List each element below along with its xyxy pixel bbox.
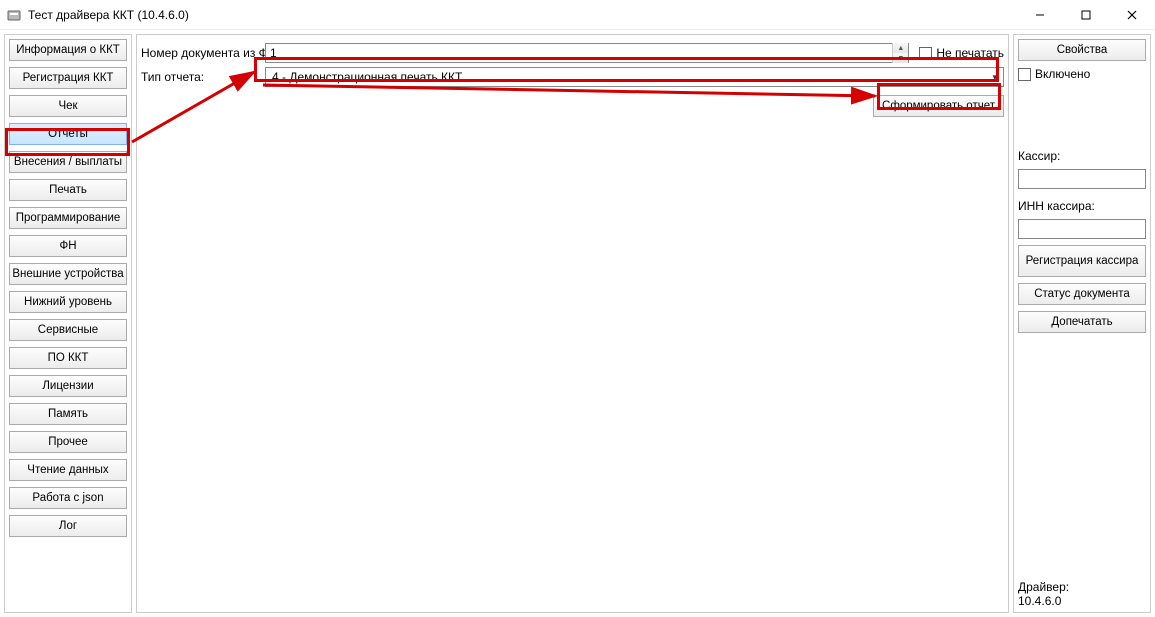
- nav-reports[interactable]: Отчеты: [9, 123, 127, 145]
- maximize-button[interactable]: [1063, 0, 1109, 30]
- doc-num-input[interactable]: 1 ▲ ▼: [265, 43, 909, 63]
- nav-log[interactable]: Лог: [9, 515, 127, 537]
- enabled-label: Включено: [1035, 67, 1090, 81]
- nav-print[interactable]: Печать: [9, 179, 127, 201]
- no-print-checkbox[interactable]: Не печатать: [919, 46, 1004, 60]
- nav-service[interactable]: Сервисные: [9, 319, 127, 341]
- nav-reg-kkt[interactable]: Регистрация ККТ: [9, 67, 127, 89]
- doc-num-label: Номер документа из ФН:: [141, 46, 261, 60]
- report-type-label: Тип отчета:: [141, 70, 261, 84]
- generate-report-button[interactable]: Сформировать отчет: [873, 95, 1004, 117]
- minimize-button[interactable]: [1017, 0, 1063, 30]
- driver-version: 10.4.6.0: [1018, 594, 1146, 608]
- cashier-inn-label: ИНН кассира:: [1018, 199, 1146, 213]
- nav-check[interactable]: Чек: [9, 95, 127, 117]
- chevron-down-icon: ▼: [987, 68, 1003, 86]
- nav-lower-level[interactable]: Нижний уровень: [9, 291, 127, 313]
- nav-external-devices[interactable]: Внешние устройства: [9, 263, 127, 285]
- doc-status-button[interactable]: Статус документа: [1018, 283, 1146, 305]
- register-cashier-button[interactable]: Регистрация кассира: [1018, 245, 1146, 277]
- nav-po-kkt[interactable]: ПО ККТ: [9, 347, 127, 369]
- titlebar: Тест драйвера ККТ (10.4.6.0): [0, 0, 1155, 30]
- driver-label: Драйвер:: [1018, 580, 1146, 594]
- nav-fn[interactable]: ФН: [9, 235, 127, 257]
- nav-programming[interactable]: Программирование: [9, 207, 127, 229]
- report-type-dropdown[interactable]: 4 - Демонстрационная печать ККТ ▼: [265, 67, 1004, 87]
- properties-button[interactable]: Свойства: [1018, 39, 1146, 61]
- report-type-value: 4 - Демонстрационная печать ККТ: [266, 70, 987, 84]
- driver-info: Драйвер: 10.4.6.0: [1018, 580, 1146, 608]
- app-icon: [6, 7, 22, 23]
- window-title: Тест драйвера ККТ (10.4.6.0): [28, 8, 189, 22]
- cashier-label: Кассир:: [1018, 149, 1146, 163]
- no-print-label: Не печатать: [936, 46, 1004, 60]
- cashier-input[interactable]: [1018, 169, 1146, 189]
- checkbox-box-icon: [1018, 68, 1031, 81]
- main-panel: Номер документа из ФН: 1 ▲ ▼ Не печатать…: [136, 34, 1009, 613]
- enabled-checkbox[interactable]: Включено: [1018, 67, 1146, 81]
- checkbox-box-icon: [919, 47, 932, 60]
- spin-up-icon[interactable]: ▲: [893, 43, 908, 53]
- cashier-inn-input[interactable]: [1018, 219, 1146, 239]
- nav-panel: Информация о ККТ Регистрация ККТ Чек Отч…: [4, 34, 132, 613]
- nav-other[interactable]: Прочее: [9, 431, 127, 453]
- nav-memory[interactable]: Память: [9, 403, 127, 425]
- spin-down-icon[interactable]: ▼: [893, 53, 908, 63]
- nav-inout[interactable]: Внесения / выплаты: [9, 151, 127, 173]
- nav-read-data[interactable]: Чтение данных: [9, 459, 127, 481]
- close-button[interactable]: [1109, 0, 1155, 30]
- doc-num-value: 1: [266, 46, 892, 60]
- nav-info-kkt[interactable]: Информация о ККТ: [9, 39, 127, 61]
- nav-json[interactable]: Работа с json: [9, 487, 127, 509]
- doprint-button[interactable]: Допечатать: [1018, 311, 1146, 333]
- right-panel: Свойства Включено Кассир: ИНН кассира: Р…: [1013, 34, 1151, 613]
- nav-licenses[interactable]: Лицензии: [9, 375, 127, 397]
